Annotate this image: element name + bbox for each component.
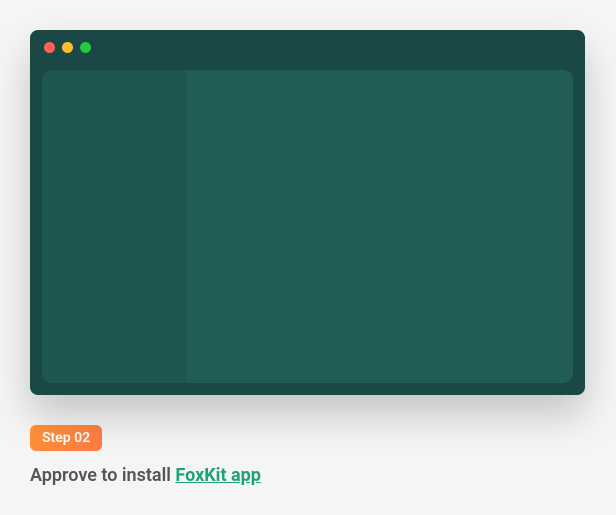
step-badge: Step 02 bbox=[30, 425, 102, 451]
step-info: Step 02 Approve to install FoxKit app bbox=[30, 425, 586, 486]
main-panel bbox=[187, 70, 573, 383]
window-controls bbox=[30, 30, 585, 65]
app-window-mockup bbox=[30, 30, 585, 395]
step-description: Approve to install FoxKit app bbox=[30, 465, 586, 486]
description-text: Approve to install bbox=[30, 465, 175, 486]
foxkit-app-link[interactable]: FoxKit app bbox=[175, 465, 260, 486]
window-content bbox=[42, 70, 573, 383]
close-icon[interactable] bbox=[44, 42, 55, 53]
maximize-icon[interactable] bbox=[80, 42, 91, 53]
minimize-icon[interactable] bbox=[62, 42, 73, 53]
sidebar-panel bbox=[42, 70, 187, 383]
